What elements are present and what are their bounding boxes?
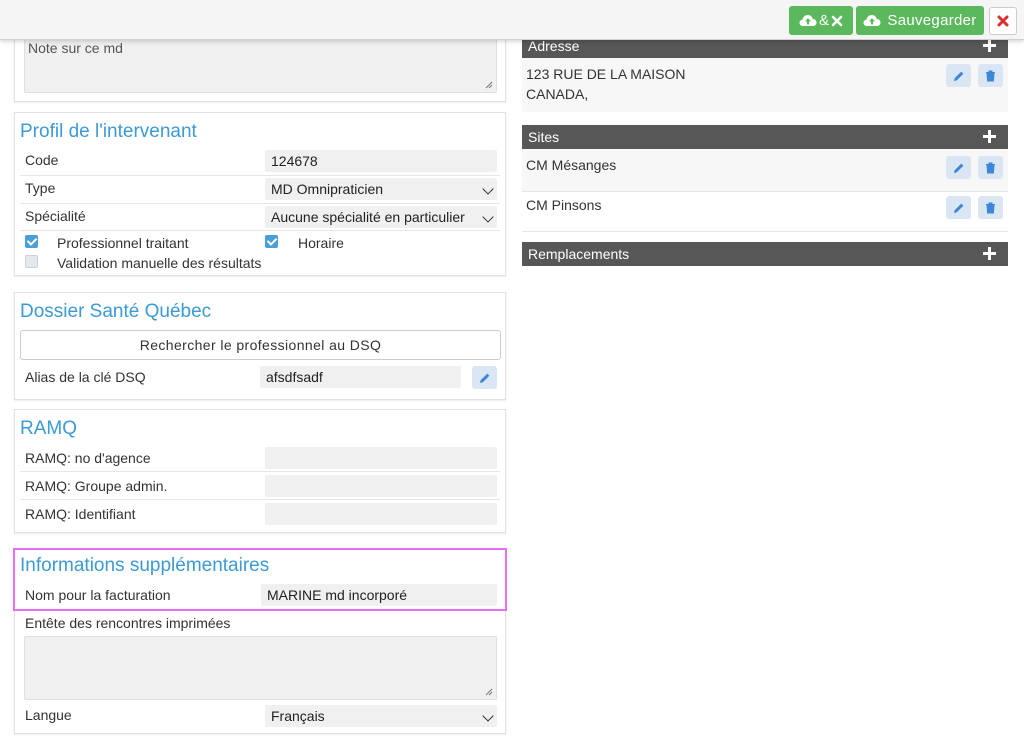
validation-label: Validation manuelle des résultats [57,255,262,271]
delete-site-button[interactable] [978,156,1003,179]
pencil-icon [479,373,489,383]
edit-site-button[interactable] [946,196,971,219]
ramq-agence-field[interactable] [265,447,497,469]
adresse-line2: CANADA, [526,86,589,102]
save-label: Sauvegarder [887,12,977,29]
specialite-label: Spécialité [25,208,86,224]
langue-select-value: Français [271,708,325,724]
entete-textarea[interactable] [24,636,497,700]
edit-site-button[interactable] [946,156,971,179]
type-label: Type [25,180,56,196]
divider [20,471,500,472]
ramq-identifiant-field[interactable] [265,503,497,525]
save-and-close-button[interactable]: & [789,6,853,35]
resize-handle-icon[interactable] [485,81,493,89]
trash-icon [986,202,995,213]
trash-icon [986,162,995,173]
type-select-value: MD Omnipraticien [271,181,384,197]
dsq-alias-label: Alias de la clé DSQ [25,369,146,385]
close-icon [997,15,1009,27]
entete-label: Entête des rencontres imprimées [25,615,231,631]
ramq-panel: RAMQ RAMQ: no d'agence RAMQ: Groupe admi… [14,409,506,533]
delete-adresse-button[interactable] [978,64,1003,87]
specialite-select[interactable]: Aucune spécialité en particulier [265,206,497,228]
profile-panel: Profil de l'intervenant Code 124678 Type… [14,112,506,276]
horaire-checkbox[interactable] [265,235,278,248]
dsq-alias-field[interactable]: afsdfsadf [260,366,461,388]
type-select[interactable]: MD Omnipraticien [265,178,497,200]
chevron-down-icon [482,183,494,195]
trash-icon [986,70,995,81]
top-toolbar: & Sauvegarder [0,0,1024,40]
remplacements-title: Remplacements [528,246,630,262]
facturation-label: Nom pour la facturation [25,587,171,603]
sites-title: Sites [528,129,560,145]
chevron-down-icon [482,710,494,722]
ramq-groupe-label: RAMQ: Groupe admin. [25,478,168,494]
langue-select[interactable]: Français [265,705,497,727]
divider [20,175,500,176]
cloud-upload-icon [799,15,817,26]
sites-header: Sites [522,125,1008,149]
dsq-search-button[interactable]: Rechercher le professionnel au DSQ [20,330,501,360]
dsq-panel: Dossier Santé Québec Rechercher le profe… [14,292,506,400]
profile-title: Profil de l'intervenant [20,121,197,142]
cloud-upload-icon [863,15,881,26]
remplacements-header: Remplacements [522,242,1008,266]
code-field[interactable]: 124678 [265,150,497,172]
divider [20,230,500,231]
add-site-icon[interactable] [983,130,996,143]
edit-alias-button[interactable] [472,366,497,389]
pencil-icon [953,203,963,213]
divider [522,231,1008,232]
pencil-icon [953,163,963,173]
adresse-line1: 123 RUE DE LA MAISON [526,66,686,82]
pencil-icon [953,71,963,81]
resize-handle-icon[interactable] [485,688,493,696]
site-name: CM Mésanges [526,157,617,173]
adresse-title: Adresse [528,38,580,54]
langue-label: Langue [25,707,72,723]
code-label: Code [25,152,59,168]
specialite-select-value: Aucune spécialité en particulier [271,209,465,225]
save-close-ampersand: & [818,12,829,29]
site-name: CM Pinsons [526,197,602,213]
horaire-label: Horaire [298,235,344,251]
ramq-title: RAMQ [20,418,77,439]
close-x-icon [831,15,843,26]
divider [20,203,500,204]
note-placeholder: Note sur ce md [28,40,123,56]
add-remplacement-icon[interactable] [983,247,996,260]
infos-title: Informations supplémentaires [20,555,270,576]
save-button[interactable]: Sauvegarder [856,6,984,35]
ramq-identifiant-label: RAMQ: Identifiant [25,506,136,522]
divider [522,191,1008,192]
divider [20,499,500,500]
ramq-agence-label: RAMQ: no d'agence [25,450,151,466]
close-button[interactable] [989,7,1017,35]
dsq-title: Dossier Santé Québec [20,301,212,322]
facturation-field[interactable]: MARINE md incorporé [261,584,497,606]
prof-traitant-checkbox[interactable] [25,235,38,248]
prof-traitant-label: Professionnel traitant [57,235,189,251]
ramq-groupe-field[interactable] [265,475,497,497]
delete-site-button[interactable] [978,196,1003,219]
infos-panel: Informations supplémentaires Nom pour la… [14,548,506,734]
add-adresse-icon[interactable] [983,39,996,52]
chevron-down-icon [482,211,494,223]
edit-adresse-button[interactable] [946,64,971,87]
validation-checkbox[interactable] [25,255,38,268]
